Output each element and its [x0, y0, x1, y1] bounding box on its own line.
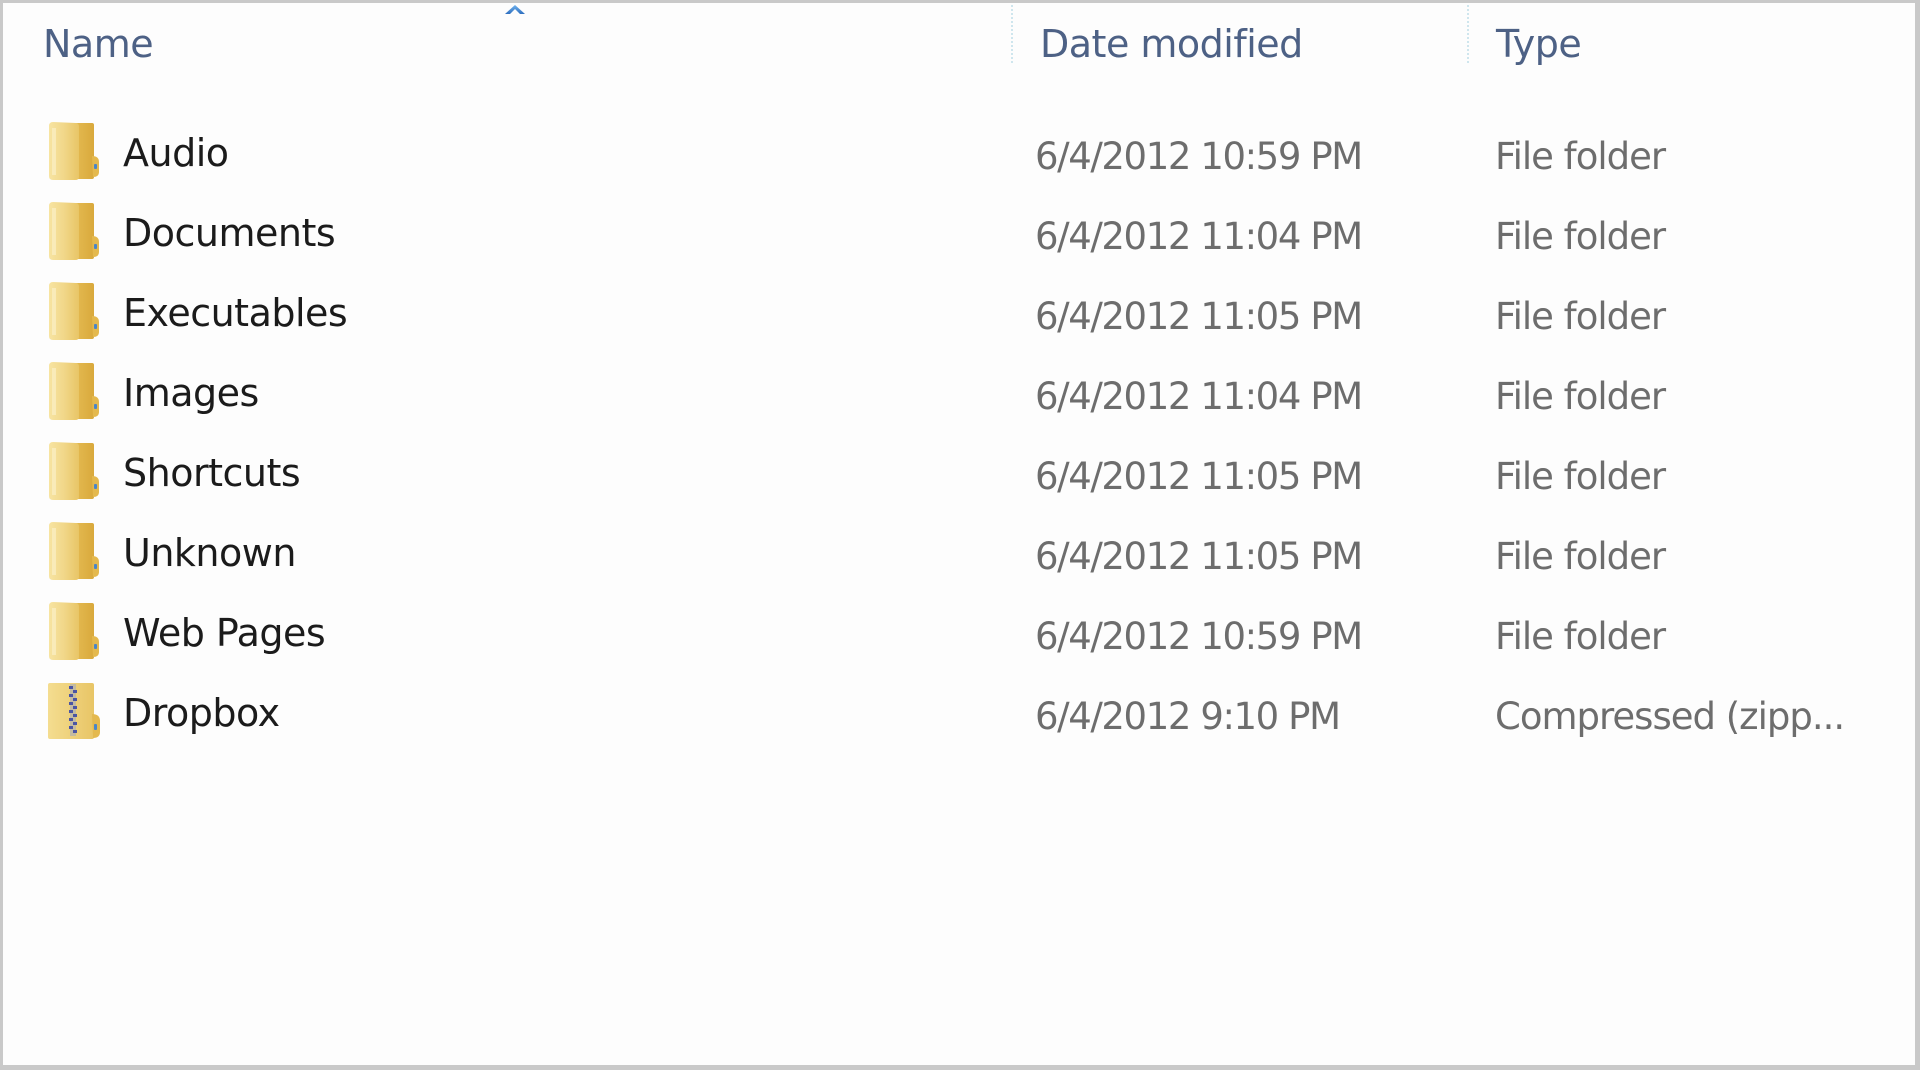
item-type: File folder — [1495, 535, 1666, 578]
file-list-item[interactable]: Shortcuts 6/4/2012 11:05 PM File folder — [3, 440, 1915, 520]
item-type: File folder — [1495, 295, 1666, 338]
item-name: Dropbox — [123, 691, 280, 735]
column-header-row: Name Date modified Type — [3, 3, 1915, 83]
item-date-modified: 6/4/2012 9:10 PM — [1035, 695, 1341, 738]
item-date-modified: 6/4/2012 10:59 PM — [1035, 135, 1363, 178]
folder-icon — [46, 200, 102, 262]
item-type: File folder — [1495, 215, 1666, 258]
column-header-name[interactable]: Name — [3, 3, 1011, 83]
item-date-modified: 6/4/2012 11:05 PM — [1035, 295, 1363, 338]
item-date-modified: 6/4/2012 11:04 PM — [1035, 375, 1363, 418]
column-header-type[interactable]: Type — [1468, 3, 1918, 83]
item-name: Web Pages — [123, 611, 326, 655]
item-type: File folder — [1495, 375, 1666, 418]
file-list-item[interactable]: Web Pages 6/4/2012 10:59 PM File folder — [3, 600, 1915, 680]
column-header-type-label: Type — [1496, 22, 1582, 66]
item-date-modified: 6/4/2012 11:05 PM — [1035, 455, 1363, 498]
sort-ascending-icon — [505, 5, 525, 14]
item-type: Compressed (zipp... — [1495, 695, 1845, 738]
file-list-item[interactable]: Documents 6/4/2012 11:04 PM File folder — [3, 200, 1915, 280]
folder-icon — [46, 120, 102, 182]
item-type: File folder — [1495, 615, 1666, 658]
item-name: Shortcuts — [123, 451, 301, 495]
item-type: File folder — [1495, 135, 1666, 178]
column-header-date-label: Date modified — [1040, 22, 1303, 66]
column-header-date-modified[interactable]: Date modified — [1011, 3, 1468, 83]
item-name: Executables — [123, 291, 348, 335]
file-list-item[interactable]: Unknown 6/4/2012 11:05 PM File folder — [3, 520, 1915, 600]
file-list-pane: Name Date modified Type Audio 6/4/2012 1… — [3, 3, 1915, 1065]
item-type: File folder — [1495, 455, 1666, 498]
folder-icon — [46, 600, 102, 662]
column-header-name-label: Name — [43, 22, 154, 66]
file-list-item[interactable]: Dropbox 6/4/2012 9:10 PM Compressed (zipp.… — [3, 680, 1915, 760]
item-name: Unknown — [123, 531, 296, 575]
file-list-item[interactable]: Images 6/4/2012 11:04 PM File folder — [3, 360, 1915, 440]
item-name: Documents — [123, 211, 336, 255]
item-date-modified: 6/4/2012 10:59 PM — [1035, 615, 1363, 658]
zip-folder-icon — [46, 680, 102, 742]
item-date-modified: 6/4/2012 11:05 PM — [1035, 535, 1363, 578]
folder-icon — [46, 440, 102, 502]
folder-icon — [46, 520, 102, 582]
item-name: Images — [123, 371, 259, 415]
folder-icon — [46, 280, 102, 342]
item-date-modified: 6/4/2012 11:04 PM — [1035, 215, 1363, 258]
file-list-item[interactable]: Executables 6/4/2012 11:05 PM File folder — [3, 280, 1915, 360]
file-list-item[interactable]: Audio 6/4/2012 10:59 PM File folder — [3, 120, 1915, 200]
item-name: Audio — [123, 131, 229, 175]
folder-icon — [46, 360, 102, 422]
